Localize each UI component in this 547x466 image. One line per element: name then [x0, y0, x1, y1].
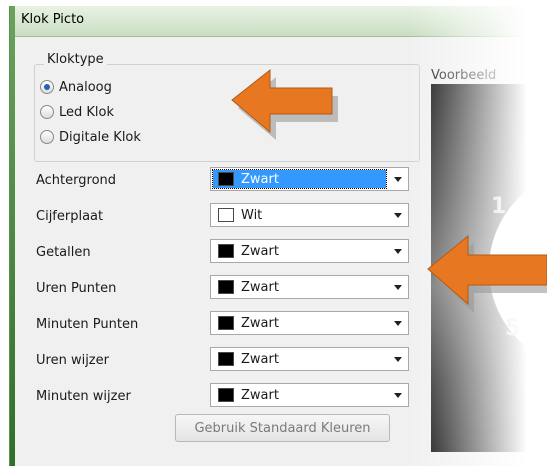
label-uren-punten: Uren Punten [36, 281, 117, 296]
color-swatch [218, 352, 234, 366]
radio-analoog-dot[interactable] [40, 80, 54, 94]
radio-digitale-klok-dot[interactable] [40, 130, 54, 144]
chevron-down-icon[interactable] [394, 177, 402, 182]
label-achtergrond: Achtergrond [36, 173, 117, 188]
color-swatch [218, 316, 234, 330]
label-getallen: Getallen [36, 245, 91, 260]
getallen-value: Zwart [241, 243, 279, 259]
achtergrond-value: Zwart [241, 171, 279, 187]
radio-led-klok-dot[interactable] [40, 105, 54, 119]
radio-led-klok[interactable]: Led Klok [40, 103, 114, 121]
title-bar[interactable]: Klok Picto [15, 6, 547, 37]
window-title: Klok Picto [21, 12, 85, 27]
cijferplaat-value: Wit [241, 207, 263, 223]
preview-label: Voorbeeld [431, 68, 497, 83]
cijferplaat-dropdown[interactable]: Wit [210, 203, 409, 227]
chevron-down-icon[interactable] [394, 357, 402, 362]
radio-analoog-label: Analoog [59, 79, 112, 95]
minuten-punten-dropdown[interactable]: Zwart [210, 311, 409, 335]
window-border [10, 6, 15, 466]
color-swatch [218, 172, 234, 186]
chevron-down-icon[interactable] [394, 393, 402, 398]
clock-digit-top: 1 [491, 194, 507, 219]
color-swatch [218, 208, 234, 222]
chevron-down-icon[interactable] [394, 285, 402, 290]
clock-digit-bottom: 5 [505, 316, 521, 341]
uren-punten-value: Zwart [241, 279, 279, 295]
label-minuten-wijzer: Minuten wijzer [36, 389, 131, 404]
orange-arrow-left-icon [427, 234, 547, 313]
uren-wijzer-value: Zwart [241, 351, 279, 367]
label-cijferplaat: Cijferplaat [36, 209, 104, 224]
minuten-wijzer-dropdown[interactable]: Zwart [210, 383, 409, 407]
radio-digitale-klok-label: Digitale Klok [59, 129, 141, 145]
getallen-dropdown[interactable]: Zwart [210, 239, 409, 263]
achtergrond-dropdown[interactable]: Zwart [210, 167, 409, 191]
color-swatch [218, 388, 234, 402]
minuten-wijzer-value: Zwart [241, 387, 279, 403]
radio-analoog[interactable]: Analoog [40, 78, 112, 96]
chevron-down-icon[interactable] [394, 249, 402, 254]
color-swatch [218, 244, 234, 258]
label-minuten-punten: Minuten Punten [36, 317, 139, 332]
chevron-down-icon[interactable] [394, 213, 402, 218]
orange-arrow-left-icon [231, 68, 338, 140]
chevron-down-icon[interactable] [394, 321, 402, 326]
minuten-punten-value: Zwart [241, 315, 279, 331]
label-uren-wijzer: Uren wijzer [36, 353, 109, 368]
color-swatch [218, 280, 234, 294]
radio-led-klok-label: Led Klok [59, 104, 115, 120]
kloktype-legend: Kloktype [44, 52, 107, 67]
uren-punten-dropdown[interactable]: Zwart [210, 275, 409, 299]
uren-wijzer-dropdown[interactable]: Zwart [210, 347, 409, 371]
radio-digitale-klok[interactable]: Digitale Klok [40, 128, 141, 146]
standaard-kleuren-button[interactable]: Gebruik Standaard Kleuren [175, 414, 390, 442]
